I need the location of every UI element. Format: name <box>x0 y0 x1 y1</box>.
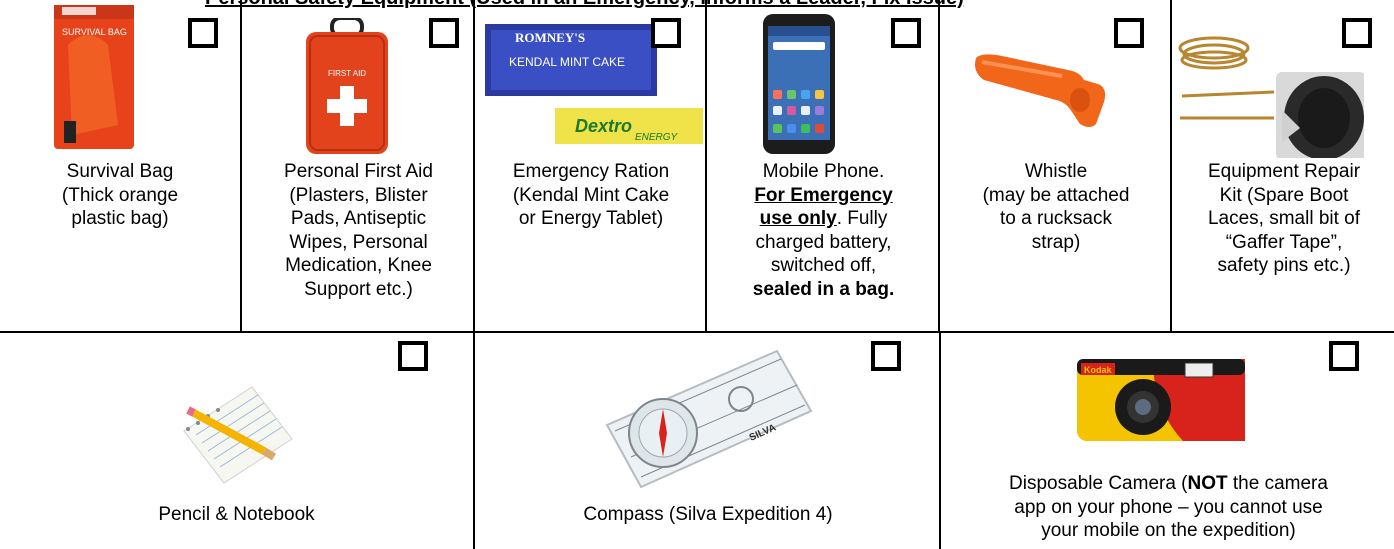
checkbox-emergency-ration[interactable] <box>651 18 681 48</box>
label-disposable-camera: Disposable Camera (NOT the camera app on… <box>941 472 1394 543</box>
item-disposable-camera: Kodak Disposable Camera (NOT the camera … <box>939 333 1394 549</box>
item-mobile-phone: Mobile Phone. For Emergency use only. Fu… <box>705 0 938 332</box>
label-line: charged battery, <box>755 231 892 253</box>
dextro-brand: Dextro <box>575 116 632 136</box>
checkbox-whistle[interactable] <box>1114 18 1144 48</box>
checkbox-first-aid[interactable] <box>429 18 459 48</box>
item-first-aid: FIRST AID Personal First Aid (Plasters, … <box>240 0 473 332</box>
label-line: Personal First Aid <box>284 161 433 182</box>
label-compass: Compass (Silva Expedition 4) <box>583 504 833 525</box>
label-text: Disposable Camera ( <box>1009 473 1188 494</box>
item-survival-bag: SURVIVAL BAG Survival Bag (Thick orange … <box>0 0 240 332</box>
label-line: or Energy Tablet) <box>518 208 664 229</box>
checklist-row-2: Pencil & Notebook SILVA Compass (Silva E… <box>0 333 1394 549</box>
label-line: Disposable Camera (NOT the camera <box>941 472 1394 496</box>
label-line: Survival Bag <box>66 161 174 182</box>
label-line: (Thick orange <box>61 184 179 206</box>
emphasis-text: For Emergency <box>754 184 893 206</box>
label-first-aid: Personal First Aid (Plasters, Blister Pa… <box>242 160 475 301</box>
phone-image <box>763 14 835 154</box>
compass-image: SILVA <box>605 349 813 489</box>
label-line: app on your phone – you cannot use <box>1014 496 1323 518</box>
item-emergency-ration: ROMNEY'S KENDAL MINT CAKE Dextro ENERGY … <box>473 0 705 332</box>
whistle-image <box>975 54 1106 127</box>
label-line: Support etc.) <box>304 278 413 300</box>
survival-bag-image: SURVIVAL BAG <box>54 5 134 149</box>
ration-product: KENDAL MINT CAKE <box>509 55 625 69</box>
survival-bag-pack-text: SURVIVAL BAG <box>62 27 127 37</box>
label-line: Kit (Spare Boot <box>1219 184 1349 206</box>
item-repair-kit: Equipment Repair Kit (Spare Boot Laces, … <box>1170 0 1394 332</box>
camera-brand: Kodak <box>1084 365 1113 375</box>
label-line: Wipes, Personal <box>289 231 428 253</box>
label-line: Pads, Antiseptic <box>290 208 427 229</box>
camera-image: Kodak <box>1077 359 1245 441</box>
label-line: “Gaffer Tape”, <box>1225 231 1343 253</box>
label-line: Equipment Repair <box>1207 161 1361 182</box>
label-survival-bag: Survival Bag (Thick orange plastic bag) <box>0 160 240 231</box>
checkbox-pencil-notebook[interactable] <box>398 341 428 371</box>
label-line: (Kendal Mint Cake <box>512 184 670 206</box>
label-line: sealed in a bag. <box>707 278 940 302</box>
label-line: switched off, <box>770 255 877 276</box>
emphasis-text: sealed in a bag. <box>752 278 895 300</box>
item-compass: SILVA Compass (Silva Expedition 4) <box>473 333 939 549</box>
repair-kit-image <box>1178 36 1364 158</box>
label-line: (Plasters, Blister <box>289 184 428 206</box>
label-repair-kit: Equipment Repair Kit (Spare Boot Laces, … <box>1172 160 1394 278</box>
checkbox-disposable-camera[interactable] <box>1329 341 1359 371</box>
item-pencil-notebook: Pencil & Notebook <box>0 333 473 549</box>
checkbox-repair-kit[interactable] <box>1342 18 1372 48</box>
dextro-energy: ENERGY <box>635 132 679 143</box>
first-aid-pack-text: FIRST AID <box>328 69 366 78</box>
label-line: Medication, Knee <box>285 255 432 276</box>
label-line: safety pins etc.) <box>1217 255 1351 276</box>
label-line: plastic bag) <box>71 208 169 229</box>
checkbox-survival-bag[interactable] <box>188 18 218 48</box>
equipment-checklist: SURVIVAL BAG Survival Bag (Thick orange … <box>0 0 1394 549</box>
first-aid-kit-image: FIRST AID <box>306 18 388 154</box>
label-text: the camera <box>1227 473 1328 494</box>
label-whistle: Whistle (may be attached to a rucksack s… <box>940 160 1172 254</box>
label-line: Whistle <box>1024 161 1088 182</box>
label-line: For Emergency <box>707 184 940 208</box>
checklist-row-1: SURVIVAL BAG Survival Bag (Thick orange … <box>0 0 1394 332</box>
label-pencil-notebook: Pencil & Notebook <box>158 504 315 525</box>
label-line: Laces, small bit of <box>1207 208 1361 229</box>
label-line: (may be attached <box>982 184 1130 206</box>
ration-brand: ROMNEY'S <box>515 30 585 45</box>
label-line: strap) <box>1031 231 1081 253</box>
label-text: . Fully <box>836 208 888 229</box>
label-line: use only. Fully <box>707 207 940 231</box>
label-line: to a rucksack <box>1000 208 1112 229</box>
label-mobile-phone: Mobile Phone. For Emergency use only. Fu… <box>707 160 940 301</box>
notebook-image <box>183 386 293 484</box>
emphasis-text: use only <box>759 208 837 229</box>
item-whistle: Whistle (may be attached to a rucksack s… <box>938 0 1170 332</box>
label-emergency-ration: Emergency Ration (Kendal Mint Cake or En… <box>475 160 707 231</box>
checkbox-mobile-phone[interactable] <box>891 18 921 48</box>
label-line: Emergency Ration <box>512 161 670 182</box>
checkbox-compass[interactable] <box>871 341 901 371</box>
emphasis-text: NOT <box>1187 473 1228 494</box>
label-line: your mobile on the expedition) <box>1041 520 1296 541</box>
label-line: Mobile Phone. <box>762 161 885 182</box>
